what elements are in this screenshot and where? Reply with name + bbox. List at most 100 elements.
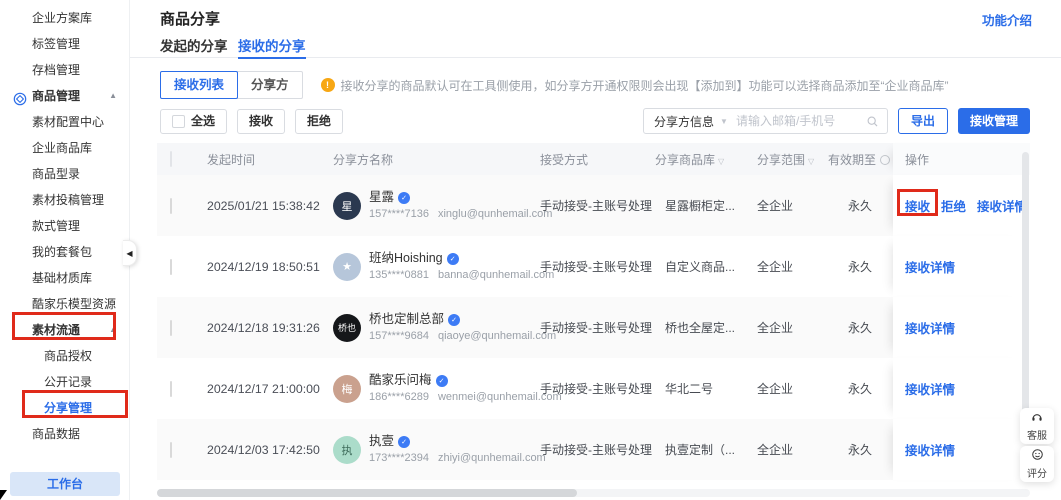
receive-manage-button[interactable]: 接收管理 (958, 108, 1030, 134)
shared-library: 桥也全屋定... (655, 319, 757, 336)
warning-icon: ! (321, 78, 335, 92)
sidebar-item-product-authorization[interactable]: 商品授权 (0, 343, 129, 369)
reject-link[interactable]: 拒绝 (941, 196, 966, 215)
customer-service-button[interactable]: 客服 (1020, 408, 1054, 444)
share-time: 2025/01/21 15:38:42 (207, 199, 333, 213)
col-header-ops: 操作 (893, 143, 1030, 175)
sharer-name: 执壹 (369, 434, 394, 448)
sharer-phone: 186****6289 (369, 391, 429, 403)
chevron-up-icon: ▲ (109, 317, 117, 343)
search-icon[interactable] (864, 115, 887, 128)
actions-toolbar: 全选 接收 拒绝 分享方信息 ▼ 导出 接收管理 (160, 108, 1030, 134)
search-input[interactable] (736, 109, 864, 133)
sidebar-item-public-records[interactable]: 公开记录 (0, 369, 129, 395)
sharer-phone: 173****2394 (369, 452, 429, 464)
sharer-name: 酷家乐问梅 (369, 373, 432, 387)
share-time: 2024/12/18 19:31:26 (207, 321, 333, 335)
chevron-left-icon: ◀ (126, 249, 132, 258)
filter-funnel-icon[interactable]: ▽ (718, 157, 724, 166)
share-time: 2024/12/17 21:00:00 (207, 382, 333, 396)
filter-field-select[interactable]: 分享方信息 (644, 113, 720, 130)
share-scope: 全企业 (757, 319, 828, 336)
workbench-button[interactable]: 工作台 (10, 472, 120, 496)
sharer-email: qiaoye@qunhemail.com (438, 330, 556, 342)
avatar: 执 (333, 436, 361, 464)
sidebar-item-style-management[interactable]: 款式管理 (0, 213, 129, 239)
sidebar-group-product-management[interactable]: 商品管理 ▲ (0, 83, 129, 109)
table-row: 2024/12/17 21:00:00 梅 酷家乐问梅 ✓ 186****6289… (157, 358, 1030, 419)
horizontal-scrollbar-thumb[interactable] (157, 489, 577, 497)
sidebar-item-kujiale-model-resource[interactable]: 酷家乐模型资源 (0, 291, 129, 317)
notice-bar: ! 接收分享的商品默认可在工具侧使用，如分享方开通权限则会出现【添加到】功能可以… (321, 77, 949, 94)
horizontal-scrollbar-track (157, 489, 1030, 497)
sidebar-item-archive-management[interactable]: 存档管理 (0, 57, 129, 83)
share-scope: 全企业 (757, 258, 828, 275)
sidebar-item-material-config-center[interactable]: 素材配置中心 (0, 109, 129, 135)
receive-method: 手动接受-主账号处理 (540, 258, 655, 275)
row-checkbox[interactable] (170, 259, 172, 275)
sidebar-collapse-handle[interactable]: ◀ (123, 240, 137, 266)
sharer-phone: 135****0881 (369, 269, 429, 281)
col-header-validity: 有效期至 (828, 151, 893, 168)
table-row: 2024/12/18 19:31:26 桥也 桥也定制总部✓ 157****96… (157, 297, 1030, 358)
receive-detail-link[interactable]: 接收详情 (905, 440, 955, 459)
sidebar-item-my-package[interactable]: 我的套餐包 (0, 239, 129, 265)
sidebar-group-material-circulation[interactable]: 素材流通 ▲ (0, 317, 129, 343)
reject-button[interactable]: 拒绝 (295, 109, 343, 134)
sidebar-item-product-data[interactable]: 商品数据 (0, 421, 129, 447)
export-button[interactable]: 导出 (898, 108, 948, 134)
receive-detail-link[interactable]: 接收详情 (905, 379, 955, 398)
validity: 永久 (828, 319, 893, 336)
receive-method: 手动接受-主账号处理 (540, 197, 655, 214)
share-scope: 全企业 (757, 197, 828, 214)
sharer-phone: 157****9684 (369, 330, 429, 342)
shared-library: 自定义商品... (655, 258, 757, 275)
chevron-down-icon[interactable]: ▼ (720, 117, 736, 126)
row-checkbox[interactable] (170, 442, 172, 458)
receive-detail-link[interactable]: 接收详情 (977, 196, 1027, 215)
row-checkbox[interactable] (170, 381, 172, 397)
sharer-info-filter: 分享方信息 ▼ (643, 108, 888, 134)
select-all-checkbox[interactable] (172, 115, 185, 128)
tab-initiated-shares[interactable]: 发起的分享 (160, 35, 228, 57)
validity: 永久 (828, 197, 893, 214)
sidebar-item-tag-management[interactable]: 标签管理 (0, 31, 129, 57)
sidebar-item-enterprise-product-library[interactable]: 企业商品库 (0, 135, 129, 161)
rating-button[interactable]: 评分 (1020, 446, 1054, 482)
share-time: 2024/12/03 17:42:50 (207, 443, 333, 457)
receive-detail-link[interactable]: 接收详情 (905, 318, 955, 337)
sidebar-item-product-catalog[interactable]: 商品型录 (0, 161, 129, 187)
filter-funnel-icon[interactable]: ▽ (808, 157, 814, 166)
feature-intro-link[interactable]: 功能介绍 (982, 10, 1032, 29)
sidebar-item-enterprise-plan-library[interactable]: 企业方案库 (0, 5, 129, 31)
cursor-artifact (0, 490, 7, 500)
row-checkbox[interactable] (170, 198, 172, 214)
toggle-receive-list-button[interactable]: 接收列表 (160, 71, 238, 99)
toggle-sharer-button[interactable]: 分享方 (237, 71, 303, 99)
validity-sort-icon[interactable] (880, 155, 890, 165)
receive-method: 手动接受-主账号处理 (540, 319, 655, 336)
accept-button[interactable]: 接收 (237, 109, 285, 134)
vertical-scrollbar[interactable] (1022, 152, 1029, 427)
sidebar-item-share-management[interactable]: 分享管理 (0, 395, 129, 421)
sidebar-item-material-submission[interactable]: 素材投稿管理 (0, 187, 129, 213)
row-checkbox[interactable] (170, 320, 172, 336)
avatar: ★ (333, 253, 361, 281)
header-checkbox[interactable] (170, 151, 172, 167)
view-toggle-toolbar: 接收列表 分享方 ! 接收分享的商品默认可在工具侧使用，如分享方开通权限则会出现… (160, 71, 949, 99)
tab-received-shares[interactable]: 接收的分享 (238, 35, 306, 57)
receive-method: 手动接受-主账号处理 (540, 380, 655, 397)
receive-detail-link[interactable]: 接收详情 (905, 257, 955, 276)
avatar: 梅 (333, 375, 361, 403)
notice-text: 接收分享的商品默认可在工具侧使用，如分享方开通权限则会出现【添加到】功能可以选择… (341, 77, 949, 94)
sidebar: 企业方案库 标签管理 存档管理 商品管理 ▲ 素材配置中心 企业商品库 商品型录… (0, 0, 130, 500)
select-all-button[interactable]: 全选 (160, 109, 227, 134)
verified-badge-icon: ✓ (436, 375, 448, 387)
col-header-library: 分享商品库▽ (655, 151, 757, 168)
tabs-row: 发起的分享 接收的分享 (130, 35, 1061, 58)
table-row: 2024/12/03 17:42:50 执 执壹✓ 173****2394zhi… (157, 419, 1030, 480)
col-header-time: 发起时间 (207, 151, 333, 168)
verified-badge-icon: ✓ (448, 314, 460, 326)
accept-link[interactable]: 接收 (905, 196, 930, 215)
sidebar-item-base-material-library[interactable]: 基础材质库 (0, 265, 129, 291)
